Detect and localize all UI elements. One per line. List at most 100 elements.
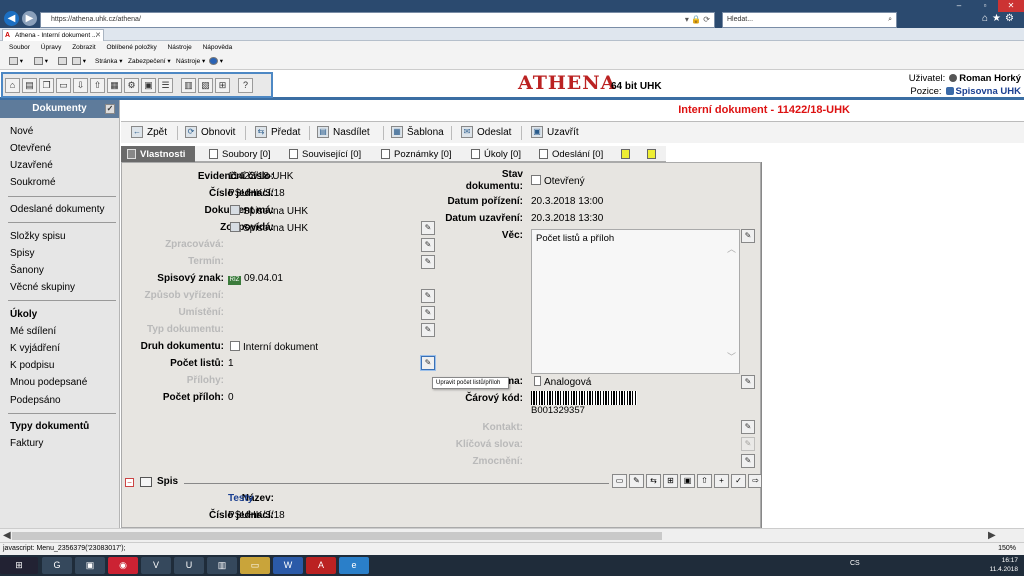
- sidebar-item-spisy[interactable]: Spisy: [10, 248, 34, 259]
- archive-icon[interactable]: ▣: [141, 77, 156, 93]
- sidebar-item-slozky-spisu[interactable]: Složky spisu: [10, 231, 66, 242]
- sidebar-item-sanony[interactable]: Šanony: [10, 265, 44, 276]
- close-doc-action-button[interactable]: ▣ Uzavřít: [531, 126, 579, 138]
- back-button[interactable]: ◀: [4, 11, 19, 26]
- edit-zpracovava-button[interactable]: ✎: [421, 238, 435, 252]
- chrome-icon[interactable]: ◉: [108, 557, 138, 574]
- address-bar[interactable]: https://athena.uhk.cz/athena/ ▾ 🔒 ⟳: [40, 12, 715, 28]
- help-icon[interactable]: ?: [238, 77, 253, 93]
- spis-edit-icon[interactable]: ✎: [629, 474, 644, 488]
- taskbar-app-icon[interactable]: ▥: [207, 557, 237, 574]
- tab-edit[interactable]: [647, 146, 660, 162]
- address-bar-icons[interactable]: ▾ 🔒 ⟳: [685, 13, 710, 27]
- vec-textarea[interactable]: Počet listů a příloh ︿ ﹀: [531, 229, 740, 374]
- edit-forma-button[interactable]: ✎: [741, 375, 755, 389]
- pdf-icon[interactable]: A: [306, 557, 336, 574]
- home-cmd-icon[interactable]: ▾: [9, 54, 23, 70]
- print-cmd-icon[interactable]: ▾: [72, 54, 86, 70]
- minimize-button[interactable]: –: [946, 0, 972, 12]
- zoom-level[interactable]: 150%: [998, 543, 1016, 555]
- sidebar-header[interactable]: Dokumenty ✓: [0, 100, 119, 118]
- edit-kontakt-button[interactable]: ✎: [741, 420, 755, 434]
- edit-zpusob-vyrizeni-button[interactable]: ✎: [421, 289, 435, 303]
- edit-pocet-listu-button[interactable]: ✎: [421, 356, 435, 370]
- language-indicator[interactable]: CS: [850, 560, 860, 567]
- folder-icon[interactable]: ▭: [56, 77, 71, 93]
- sidebar-item-otevrene[interactable]: Otevřené: [10, 143, 51, 154]
- spis-folder-up-icon[interactable]: ⇧: [697, 474, 712, 488]
- browser-search-input[interactable]: Hledat... ⌕: [722, 12, 897, 28]
- dokument-ma-value[interactable]: Spisovna UHK: [230, 205, 308, 217]
- spis-move-icon[interactable]: ⇆: [646, 474, 661, 488]
- home-icon[interactable]: ⌂: [5, 77, 20, 93]
- copy-icon[interactable]: ❐: [39, 77, 54, 93]
- word-icon[interactable]: W: [273, 557, 303, 574]
- menu-upravy[interactable]: Úpravy: [41, 44, 62, 51]
- docs-icon[interactable]: ▤: [22, 77, 37, 93]
- spis-folder-add-icon[interactable]: +: [714, 474, 729, 488]
- spis-nazev-value[interactable]: Testy: [228, 493, 253, 504]
- edit-klicova-slova-button[interactable]: ✎: [741, 437, 755, 451]
- edit-termin-button[interactable]: ✎: [421, 255, 435, 269]
- calendar-icon[interactable]: ▥: [181, 77, 196, 93]
- edit-zodpovida-button[interactable]: ✎: [421, 221, 435, 235]
- share-action-button[interactable]: ▤ Nasdílet: [317, 126, 370, 138]
- taskbar-app-icon[interactable]: G: [42, 557, 72, 574]
- edit-typ-dokumentu-button[interactable]: ✎: [421, 323, 435, 337]
- edit-zmocneni-button[interactable]: ✎: [741, 454, 755, 468]
- browser-chrome-icons[interactable]: ⌂★⚙: [982, 13, 1018, 24]
- template-action-button[interactable]: ▦ Šablona: [391, 126, 444, 138]
- tab-odeslani[interactable]: Odeslání [0]: [539, 146, 603, 162]
- sidebar-item-vecne-skupiny[interactable]: Věcné skupiny: [10, 282, 75, 293]
- stack-icon[interactable]: ☰: [158, 77, 173, 93]
- sidebar-item-ukoly[interactable]: Úkoly: [10, 309, 37, 320]
- edit-umisteni-button[interactable]: ✎: [421, 306, 435, 320]
- feeds-cmd-icon[interactable]: ▾: [34, 54, 48, 70]
- windows-start-icon[interactable]: ⊞: [0, 557, 38, 574]
- scroll-right-icon[interactable]: ▶: [988, 529, 996, 543]
- menu-nastroje[interactable]: Nástroje: [168, 44, 192, 51]
- menu-soubor[interactable]: Soubor: [9, 44, 30, 51]
- sidebar-item-odeslane[interactable]: Odeslané dokumenty: [10, 204, 105, 215]
- menu-zobrazit[interactable]: Zobrazit: [72, 44, 95, 51]
- tab-close-icon[interactable]: ✕: [95, 30, 101, 41]
- back-action-button[interactable]: ← Zpět: [131, 126, 167, 138]
- maximize-button[interactable]: ▫: [972, 0, 998, 12]
- handover-action-button[interactable]: ⇆ Předat: [255, 126, 300, 138]
- mail-cmd-icon[interactable]: [58, 54, 67, 70]
- cmd-zabezpeceni[interactable]: Zabezpečení ▾: [128, 54, 171, 70]
- taskbar-app-icon[interactable]: V: [141, 557, 171, 574]
- network-icon[interactable]: ⊞: [215, 77, 230, 93]
- sidebar-item-podepsano[interactable]: Podepsáno: [10, 395, 61, 406]
- sidebar-item-nove[interactable]: Nové: [10, 126, 33, 137]
- cmd-nastroje[interactable]: Nástroje ▾: [176, 54, 205, 70]
- edit-vec-button[interactable]: ✎: [741, 229, 755, 243]
- position-value[interactable]: Spisovna UHK: [956, 86, 1021, 97]
- zodpovida-value[interactable]: Spisovna UHK: [230, 222, 308, 234]
- settings-icon[interactable]: ⚙: [124, 77, 139, 93]
- cmd-stranka[interactable]: Stránka ▾: [95, 54, 122, 70]
- browser-tab-athena[interactable]: A Athena - Interní dokument ... ✕: [2, 29, 104, 41]
- spis-lock-icon[interactable]: ▣: [680, 474, 695, 488]
- tab-soubory[interactable]: Soubory [0]: [209, 146, 271, 162]
- forward-button[interactable]: ▶: [22, 11, 37, 26]
- tab-vlastnosti[interactable]: Vlastnosti: [121, 146, 196, 162]
- sidebar-item-me-sdileni[interactable]: Mé sdílení: [10, 326, 56, 337]
- stamp-icon[interactable]: ▧: [198, 77, 213, 93]
- refresh-action-button[interactable]: ⟳ Obnovit: [185, 126, 235, 138]
- collapse-icon[interactable]: −: [125, 478, 134, 487]
- system-clock[interactable]: 16:17 11.4.2018: [990, 556, 1018, 574]
- tab-poznamky[interactable]: Poznámky [0]: [381, 146, 452, 162]
- tab-ukoly[interactable]: Úkoly [0]: [471, 146, 521, 162]
- outbox-icon[interactable]: ⇧: [90, 77, 105, 93]
- spis-open-icon[interactable]: ▭: [612, 474, 627, 488]
- horizontal-scrollbar[interactable]: ◀ ▶: [0, 528, 1024, 542]
- taskbar-app-icon[interactable]: U: [174, 557, 204, 574]
- scroll-up-icon[interactable]: ︿: [727, 242, 736, 255]
- help-cmd-icon[interactable]: ▾: [209, 54, 223, 70]
- sidebar-item-soukrome[interactable]: Soukromé: [10, 177, 56, 188]
- scroll-left-icon[interactable]: ◀: [3, 529, 11, 543]
- menu-napoveda[interactable]: Nápověda: [203, 44, 233, 51]
- menu-oblibene[interactable]: Oblíbené položky: [106, 44, 156, 51]
- grid-icon[interactable]: ▦: [107, 77, 122, 93]
